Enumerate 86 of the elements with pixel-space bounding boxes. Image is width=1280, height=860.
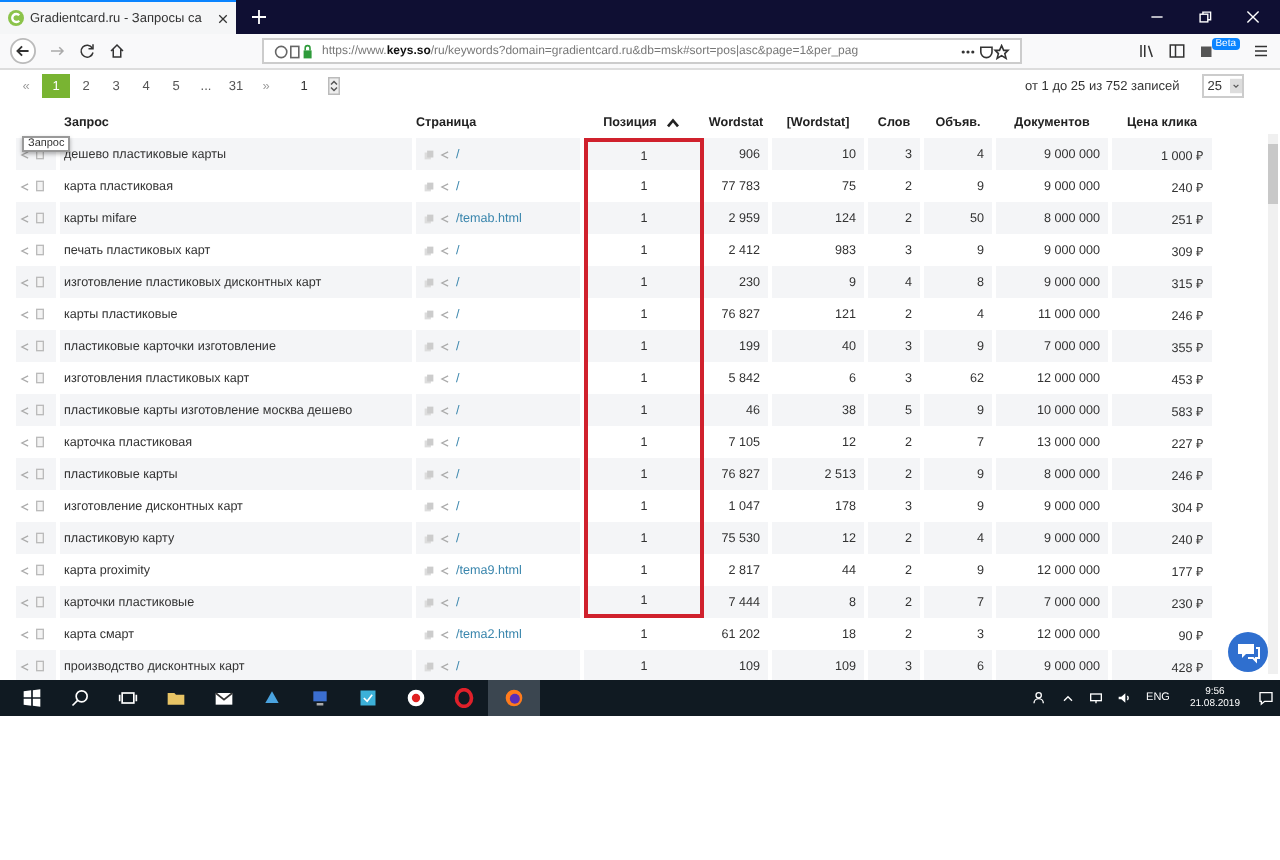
copy-icon[interactable] [424,373,434,383]
share-icon[interactable] [440,533,450,543]
copy-icon[interactable] [424,405,434,415]
share-icon[interactable] [440,437,450,447]
copy-icon[interactable] [424,661,434,671]
restore-icon[interactable] [1198,10,1212,24]
close-icon[interactable] [218,13,228,23]
scrollbar[interactable] [1268,134,1278,674]
share-icon[interactable] [20,565,30,575]
copy-icon[interactable] [424,597,434,607]
share-icon[interactable] [20,149,30,159]
share-icon[interactable] [20,661,30,671]
document-icon[interactable] [36,532,44,544]
copy-icon[interactable] [424,469,434,479]
document-icon[interactable] [36,244,44,256]
share-icon[interactable] [440,309,450,319]
share-icon[interactable] [440,277,450,287]
share-icon[interactable] [440,629,450,639]
home-icon[interactable] [108,42,126,60]
spinner-icon[interactable] [328,76,340,96]
share-icon[interactable] [440,405,450,415]
share-icon[interactable] [20,533,30,543]
document-icon[interactable] [36,212,44,224]
share-icon[interactable] [440,149,450,159]
share-icon[interactable] [20,629,30,639]
share-icon[interactable] [440,341,450,351]
new-tab-icon[interactable] [252,10,266,24]
share-icon[interactable] [20,181,30,191]
share-icon[interactable] [20,245,30,255]
document-icon[interactable] [36,404,44,416]
document-icon[interactable] [36,660,44,672]
copy-icon[interactable] [424,341,434,351]
share-icon[interactable] [20,597,30,607]
reload-icon[interactable] [78,42,96,60]
share-icon[interactable] [440,213,450,223]
share-icon[interactable] [440,469,450,479]
document-icon[interactable] [36,276,44,288]
document-icon[interactable] [36,340,44,352]
document-icon[interactable] [36,564,44,576]
forward-icon[interactable] [48,42,66,60]
copy-icon[interactable] [424,181,434,191]
share-icon[interactable] [20,277,30,287]
share-icon[interactable] [440,501,450,511]
copy-icon[interactable] [424,245,434,255]
share-icon[interactable] [20,501,30,511]
share-icon[interactable] [20,341,30,351]
share-icon[interactable] [440,661,450,671]
caret-icon [1230,76,1242,96]
document-icon[interactable] [36,596,44,608]
chat-icon[interactable] [1228,632,1268,672]
copy-icon[interactable] [424,629,434,639]
site-info-icons-drawing[interactable] [272,43,316,59]
document-icon[interactable] [36,308,44,320]
copy-icon[interactable] [424,437,434,447]
document-icon[interactable] [36,500,44,512]
extension-icon[interactable] [1197,42,1216,60]
copy-icon[interactable] [424,213,434,223]
firefox-icon[interactable] [488,680,540,716]
share-icon[interactable] [440,597,450,607]
document-icon[interactable] [36,468,44,480]
share-icon[interactable] [440,245,450,255]
share-icon[interactable] [440,181,450,191]
document-icon[interactable] [36,436,44,448]
share-icon[interactable] [20,437,30,447]
share-icon[interactable] [440,373,450,383]
share-icon[interactable] [20,405,30,415]
document-icon[interactable] [36,372,44,384]
copy-icon[interactable] [424,149,434,159]
share-icon[interactable] [20,373,30,383]
back-icon[interactable] [10,38,36,64]
sidebar-icon[interactable] [1167,42,1186,60]
site-logo-icon [8,10,24,26]
share-icon[interactable] [20,213,30,223]
copy-icon[interactable] [424,533,434,543]
copy-icon[interactable] [424,565,434,575]
copy-icon[interactable] [424,309,434,319]
share-icon[interactable] [20,309,30,319]
minimize-icon[interactable] [1150,10,1164,24]
document-icon[interactable] [36,180,44,192]
menu-icon[interactable] [1252,42,1270,60]
copy-icon[interactable] [424,501,434,511]
library-icon[interactable] [1137,42,1156,60]
document-icon[interactable] [36,628,44,640]
copy-icon[interactable] [424,277,434,287]
share-icon[interactable] [20,469,30,479]
share-icon[interactable] [440,565,450,575]
